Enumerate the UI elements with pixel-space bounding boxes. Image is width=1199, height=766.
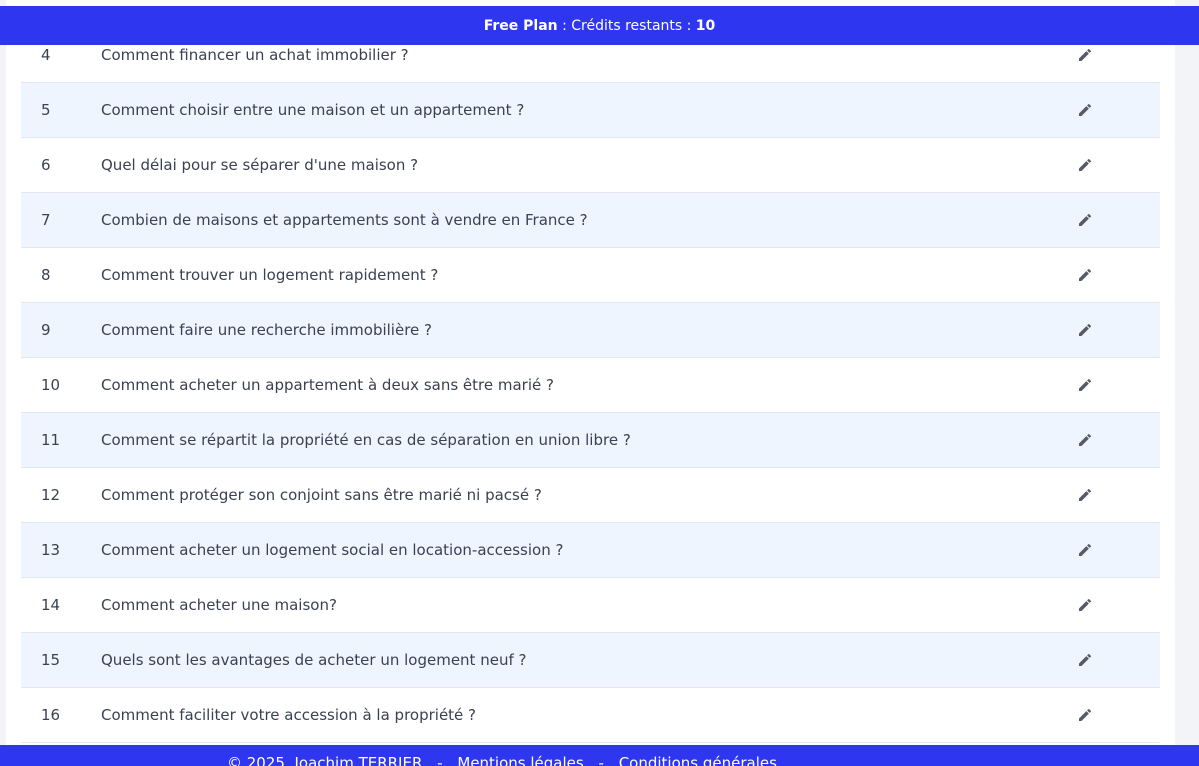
question-text: Comment acheter un appartement à deux sa… xyxy=(101,376,554,394)
table-row: 9 Comment faire une recherche immobilière… xyxy=(21,303,1160,358)
table-row: 6 Quel délai pour se séparer d'une maison… xyxy=(21,138,1160,193)
question-text: Comment acheter un logement social en lo… xyxy=(101,541,564,559)
footer-separator: - xyxy=(437,754,443,766)
table-row: 8 Comment trouver un logement rapidement … xyxy=(21,248,1160,303)
questions-table: 4 Comment financer un achat immobilier ? 5… xyxy=(21,28,1160,743)
plan-separator: : xyxy=(557,17,572,34)
question-number: 12 xyxy=(41,486,61,504)
table-row: 13 Comment acheter un logement social en … xyxy=(21,523,1160,578)
footer: © 2025, Joachim TERRIER - Mentions légal… xyxy=(0,745,1199,766)
credits-value: 10 xyxy=(695,17,716,34)
table-row: 14 Comment acheter une maison? xyxy=(21,578,1160,633)
pencil-icon[interactable] xyxy=(1076,266,1094,284)
question-number: 14 xyxy=(41,596,61,614)
pencil-icon[interactable] xyxy=(1076,376,1094,394)
plan-name: Free Plan xyxy=(483,17,558,34)
copyright: © 2025, Joachim TERRIER xyxy=(227,754,423,766)
pencil-icon[interactable] xyxy=(1076,156,1094,174)
table-row: 10 Comment acheter un appartement à deux … xyxy=(21,358,1160,413)
table-row: 12 Comment protéger son conjoint sans êtr… xyxy=(21,468,1160,523)
question-number: 11 xyxy=(41,431,61,449)
question-text: Comment faciliter votre accession à la p… xyxy=(101,706,477,724)
pencil-icon[interactable] xyxy=(1076,431,1094,449)
credits-label: Crédits restants : xyxy=(571,17,696,34)
table-row: 15 Quels sont les avantages de acheter un… xyxy=(21,633,1160,688)
table-row: 5 Comment choisir entre une maison et un … xyxy=(21,83,1160,138)
footer-separator: - xyxy=(598,754,604,766)
pencil-icon[interactable] xyxy=(1076,596,1094,614)
question-text: Comment choisir entre une maison et un a… xyxy=(101,101,525,119)
pencil-icon[interactable] xyxy=(1076,101,1094,119)
question-text: Comment trouver un logement rapidement ? xyxy=(101,266,439,284)
pencil-icon[interactable] xyxy=(1076,706,1094,724)
question-text: Comment protéger son conjoint sans être … xyxy=(101,486,542,504)
pencil-icon[interactable] xyxy=(1076,651,1094,669)
question-text: Comment se répartit la propriété en cas … xyxy=(101,431,631,449)
question-number: 7 xyxy=(41,211,51,229)
question-number: 16 xyxy=(41,706,61,724)
question-number: 8 xyxy=(41,266,51,284)
question-text: Comment acheter une maison? xyxy=(101,596,337,614)
question-text: Comment financer un achat immobilier ? xyxy=(101,46,409,64)
question-number: 15 xyxy=(41,651,61,669)
legal-link[interactable]: Mentions légales xyxy=(457,754,583,766)
pencil-icon[interactable] xyxy=(1076,46,1094,64)
question-number: 9 xyxy=(41,321,51,339)
question-number: 13 xyxy=(41,541,61,559)
question-number: 5 xyxy=(41,101,51,119)
plan-banner: Free Plan : Crédits restants : 10 xyxy=(0,6,1199,45)
pencil-icon[interactable] xyxy=(1076,211,1094,229)
table-row: 16 Comment faciliter votre accession à la… xyxy=(21,688,1160,743)
terms-link[interactable]: Conditions générales xyxy=(619,754,777,766)
pencil-icon[interactable] xyxy=(1076,486,1094,504)
question-text: Quels sont les avantages de acheter un l… xyxy=(101,651,527,669)
table-row: 11 Comment se répartit la propriété en ca… xyxy=(21,413,1160,468)
question-text: Comment faire une recherche immobilière … xyxy=(101,321,432,339)
pencil-icon[interactable] xyxy=(1076,541,1094,559)
question-number: 6 xyxy=(41,156,51,174)
question-number: 4 xyxy=(41,46,51,64)
pencil-icon[interactable] xyxy=(1076,321,1094,339)
table-row: 7 Combien de maisons et appartements sont… xyxy=(21,193,1160,248)
question-number: 10 xyxy=(41,376,61,394)
question-text: Combien de maisons et appartements sont … xyxy=(101,211,588,229)
question-text: Quel délai pour se séparer d'une maison … xyxy=(101,156,419,174)
